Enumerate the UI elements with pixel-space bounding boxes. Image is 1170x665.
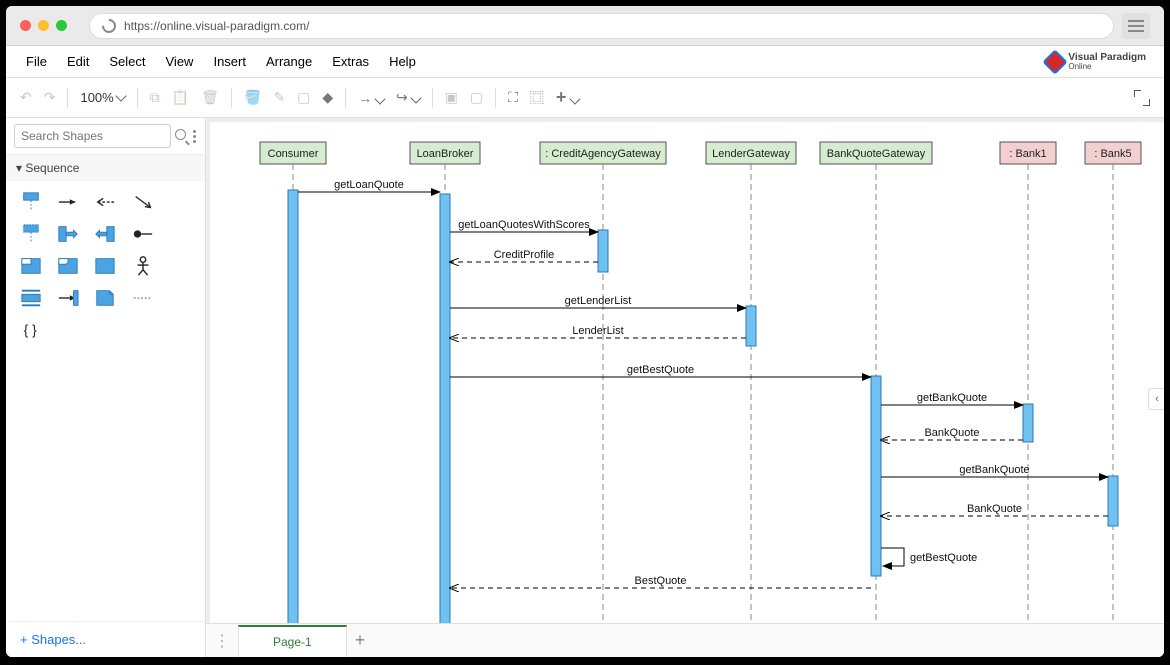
undo-button[interactable]: ↶ bbox=[20, 89, 32, 106]
menu-edit[interactable]: Edit bbox=[57, 48, 99, 75]
more-shapes-button[interactable]: + Shapes... bbox=[6, 621, 205, 657]
shape-actor-lifeline[interactable] bbox=[14, 221, 47, 247]
window-controls bbox=[20, 20, 67, 31]
more-icon[interactable] bbox=[193, 130, 197, 143]
shape-gate[interactable] bbox=[51, 285, 84, 311]
titlebar: https://online.visual-paradigm.com/ bbox=[6, 6, 1164, 46]
svg-text:LenderList: LenderList bbox=[572, 325, 623, 337]
connector-style-button[interactable]: → bbox=[358, 90, 384, 106]
menu-file[interactable]: File bbox=[16, 48, 57, 75]
fit-button[interactable]: ⛶ bbox=[508, 89, 518, 106]
shape-frame2[interactable] bbox=[51, 253, 84, 279]
container-button[interactable]: ⿴ bbox=[530, 88, 544, 108]
chevron-down-icon bbox=[410, 92, 421, 103]
chevron-down-icon bbox=[570, 93, 581, 104]
zoom-selector[interactable]: 100% bbox=[80, 90, 124, 105]
shapes-grid: { } bbox=[6, 181, 205, 351]
svg-text:BankQuote: BankQuote bbox=[967, 503, 1022, 515]
toolbar: ↶ ↷ 100% ⧉ 📋 🗑 🪣 ✎ ▢ ◆ → ↪ ▣ ▢ ⛶ ⿴ + bbox=[6, 78, 1164, 118]
fill-button[interactable]: 🪣 bbox=[244, 89, 261, 106]
chevron-down-icon bbox=[115, 90, 126, 101]
shape-lifeline[interactable] bbox=[14, 189, 47, 215]
redo-button[interactable]: ↷ bbox=[44, 89, 56, 106]
shape-async-msg[interactable] bbox=[126, 189, 159, 215]
menu-insert[interactable]: Insert bbox=[203, 48, 256, 75]
svg-text:: Bank1: : Bank1 bbox=[1009, 148, 1046, 160]
shape-sync-msg[interactable] bbox=[51, 189, 84, 215]
svg-text:BankQuote: BankQuote bbox=[924, 427, 979, 439]
category-sequence[interactable]: ▾ Sequence bbox=[6, 155, 205, 181]
menu-extras[interactable]: Extras bbox=[322, 48, 379, 75]
logo-icon bbox=[1043, 49, 1068, 74]
svg-text:{ }: { } bbox=[23, 323, 36, 338]
front-button[interactable]: ▣ bbox=[445, 89, 458, 106]
diagram-canvas[interactable]: Consumer LoanBroker : CreditAgencyGateway L… bbox=[210, 122, 1164, 623]
waypoint-button[interactable]: ↪ bbox=[396, 89, 420, 106]
svg-text:BestQuote: BestQuote bbox=[635, 575, 687, 587]
svg-text:getBankQuote: getBankQuote bbox=[959, 464, 1029, 476]
add-page-button[interactable]: + bbox=[355, 630, 366, 651]
svg-text:: Bank5: : Bank5 bbox=[1094, 148, 1131, 160]
svg-text:BankQuoteGateway: BankQuoteGateway bbox=[827, 148, 926, 160]
paste-button[interactable]: 📋 bbox=[172, 89, 189, 106]
svg-text:LoanBroker: LoanBroker bbox=[417, 148, 474, 160]
url-bar[interactable]: https://online.visual-paradigm.com/ bbox=[89, 13, 1114, 39]
shapes-panel: ▾ Sequence bbox=[6, 118, 206, 657]
shape-frame1[interactable] bbox=[14, 253, 47, 279]
copy-button[interactable]: ⧉ bbox=[150, 89, 160, 106]
back-button[interactable]: ▢ bbox=[470, 89, 483, 106]
svg-text:getBestQuote: getBestQuote bbox=[627, 364, 694, 376]
svg-text:getLenderList: getLenderList bbox=[565, 295, 632, 307]
svg-text:LenderGateway: LenderGateway bbox=[712, 148, 790, 160]
search-icon[interactable] bbox=[175, 129, 189, 143]
delete-button[interactable]: 🗑 bbox=[201, 89, 219, 106]
shape-return-msg[interactable] bbox=[89, 189, 122, 215]
search-input[interactable] bbox=[14, 124, 171, 148]
app-logo[interactable]: Visual ParadigmOnline bbox=[1046, 53, 1154, 71]
shape-actor[interactable] bbox=[126, 253, 159, 279]
linecolor-button[interactable]: ✎ bbox=[273, 89, 285, 106]
shape-note[interactable] bbox=[89, 285, 122, 311]
format-panel-toggle[interactable]: ‹ bbox=[1148, 388, 1164, 410]
menubar: File Edit Select View Insert Arrange Ext… bbox=[6, 46, 1164, 78]
svg-text:getLoanQuotesWithScores: getLoanQuotesWithScores bbox=[458, 219, 590, 231]
shape-activation[interactable] bbox=[51, 221, 84, 247]
svg-text:getBestQuote: getBestQuote bbox=[910, 552, 977, 564]
shape-activation-return[interactable] bbox=[89, 221, 122, 247]
svg-text:Consumer: Consumer bbox=[268, 148, 319, 160]
svg-text:: CreditAgencyGateway: : CreditAgencyGateway bbox=[545, 148, 661, 160]
add-button[interactable]: + bbox=[556, 87, 580, 108]
drag-handle-icon[interactable]: ⋮ bbox=[214, 631, 230, 651]
minimize-window-icon[interactable] bbox=[38, 20, 49, 31]
menu-help[interactable]: Help bbox=[379, 48, 426, 75]
fullscreen-icon[interactable] bbox=[1134, 90, 1150, 106]
menu-select[interactable]: Select bbox=[99, 48, 155, 75]
shape-ref[interactable] bbox=[89, 253, 122, 279]
svg-text:getLoanQuote: getLoanQuote bbox=[334, 179, 404, 191]
page-tabs: ⋮ Page-1 + bbox=[206, 623, 1164, 657]
maximize-window-icon[interactable] bbox=[56, 20, 67, 31]
hamburger-icon[interactable] bbox=[1122, 13, 1150, 39]
menu-view[interactable]: View bbox=[156, 48, 204, 75]
svg-text:getBankQuote: getBankQuote bbox=[917, 392, 987, 404]
url-text: https://online.visual-paradigm.com/ bbox=[124, 19, 309, 33]
refresh-icon[interactable] bbox=[99, 16, 119, 36]
style-button[interactable]: ◆ bbox=[322, 89, 333, 106]
tab-page-1[interactable]: Page-1 bbox=[238, 625, 347, 657]
shadow-button[interactable]: ▢ bbox=[297, 89, 310, 106]
close-window-icon[interactable] bbox=[20, 20, 31, 31]
shape-found-msg[interactable] bbox=[126, 221, 159, 247]
chevron-down-icon bbox=[374, 93, 385, 104]
svg-text:CreditProfile: CreditProfile bbox=[494, 249, 555, 261]
shape-divider[interactable] bbox=[126, 285, 159, 311]
shape-constraint[interactable]: { } bbox=[14, 317, 47, 343]
shape-concurrent[interactable] bbox=[14, 285, 47, 311]
menu-arrange[interactable]: Arrange bbox=[256, 48, 322, 75]
